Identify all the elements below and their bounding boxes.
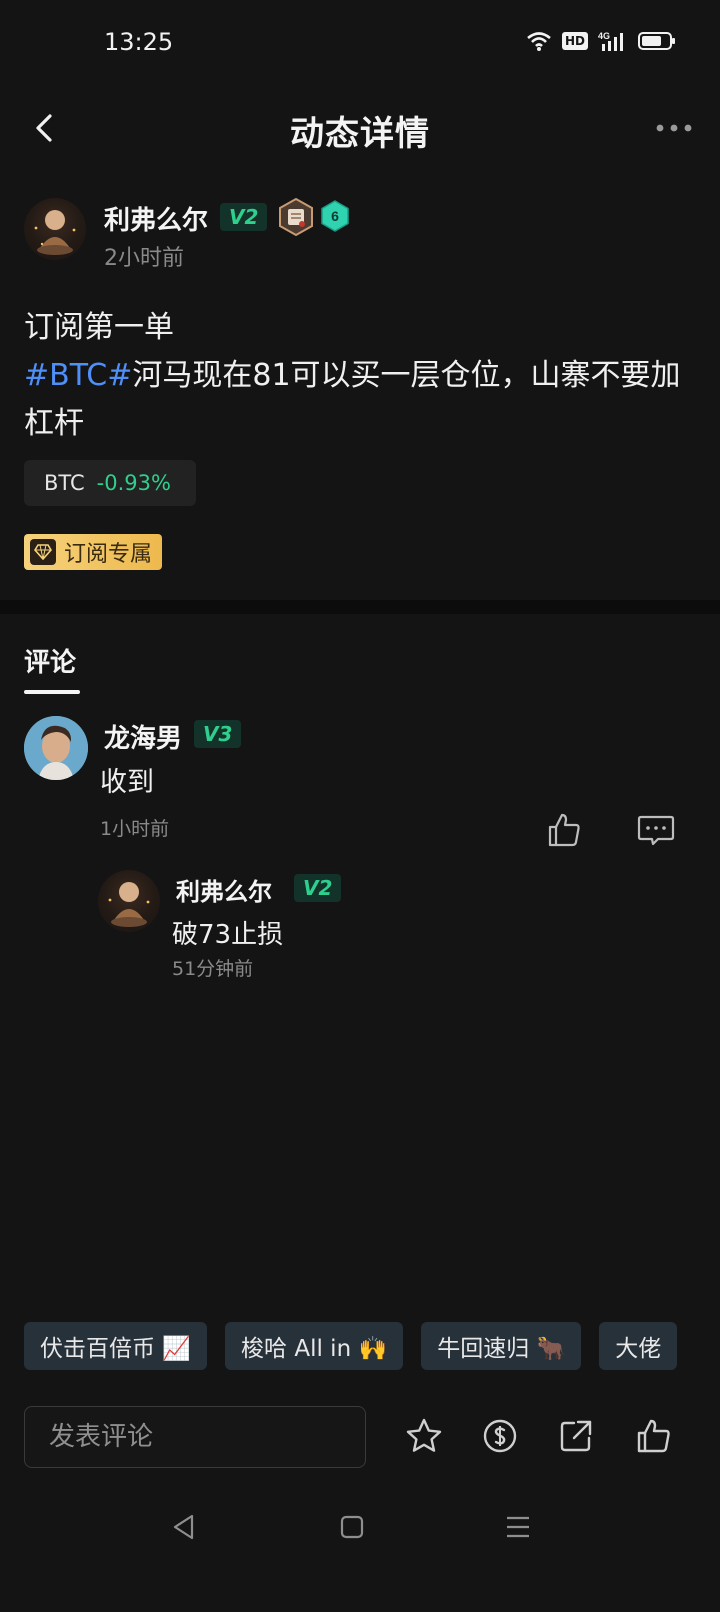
like-icon[interactable] — [634, 1416, 674, 1456]
battery-icon — [638, 32, 675, 50]
ticker-chip[interactable]: BTC -0.93% — [24, 460, 196, 506]
avatar[interactable] — [24, 198, 86, 260]
status-icons: HD 4G — [526, 30, 676, 52]
more-dots-icon[interactable] — [654, 116, 694, 140]
author-name[interactable]: 利弗么尔 — [104, 200, 208, 237]
reply-text: 破73止损 — [172, 920, 284, 950]
reaction-chip[interactable]: 伏击百倍币 📈 — [24, 1322, 207, 1370]
page-title: 动态详情 — [290, 114, 430, 154]
avatar[interactable] — [24, 716, 88, 780]
ticker-change: -0.93% — [96, 471, 171, 495]
post-line-2: #BTC#河马现在81可以买一层仓位，山寨不要加杠杆 — [24, 352, 704, 448]
hashtag-link[interactable]: #BTC# — [24, 358, 132, 393]
reaction-chip[interactable]: 牛回速归 🐂 — [421, 1322, 582, 1370]
coin-icon[interactable] — [480, 1416, 520, 1456]
monk-avatar-icon — [34, 210, 76, 255]
back-triangle-icon[interactable] — [170, 1512, 198, 1542]
commenter-name[interactable]: 龙海男 — [104, 718, 182, 755]
level-number: 6 — [331, 208, 339, 224]
subscription-tag-label: 订阅专属 — [64, 542, 153, 567]
replier-name[interactable]: 利弗么尔 — [176, 872, 272, 907]
signal-icon: 4G — [598, 31, 623, 51]
post-line-1: 订阅第一单 — [24, 310, 174, 345]
scroll-medal-icon — [279, 198, 313, 236]
post-content: 订阅第一单 #BTC#河马现在81可以买一层仓位，山寨不要加杠杆 — [24, 304, 704, 448]
user-avatar-icon — [24, 716, 88, 780]
thumbs-up-icon[interactable] — [544, 810, 584, 850]
comment-text: 收到 — [100, 767, 154, 798]
avatar[interactable] — [98, 870, 160, 932]
status-time: 13:25 — [104, 28, 174, 56]
post-time: 2小时前 — [104, 246, 184, 271]
status-bar: 13:25 HD 4G — [0, 0, 720, 90]
monk-avatar-icon — [108, 882, 150, 927]
section-divider — [0, 600, 720, 614]
reply-time: 51分钟前 — [172, 958, 254, 980]
star-icon[interactable] — [404, 1416, 444, 1456]
reply-item: 利弗么尔 V2 破73止损 51分钟前 — [98, 870, 698, 980]
hd-badge: HD — [561, 32, 588, 50]
tab-underline — [24, 690, 80, 694]
reply-comment-icon[interactable] — [636, 812, 676, 850]
wifi-icon — [527, 32, 551, 51]
bottom-action-bar — [0, 1400, 720, 1480]
home-square-icon[interactable] — [338, 1512, 366, 1542]
ticker-symbol: BTC — [44, 471, 85, 495]
svg-text:4G: 4G — [598, 31, 610, 41]
vip-badge: V2 — [220, 203, 268, 231]
subscription-tag: 订阅专属 — [24, 534, 163, 570]
tab-comments[interactable]: 评论 — [24, 642, 76, 679]
quick-reaction-chips: 伏击百倍币 📈 梭哈 All in 🙌 牛回速归 🐂 大佬 — [24, 1322, 720, 1372]
level-badge-icon: 6 — [321, 200, 349, 232]
vip-badge: V2 — [294, 874, 342, 902]
diamond-icon — [30, 539, 56, 565]
system-navigation — [0, 1500, 720, 1560]
comment-input[interactable] — [24, 1406, 366, 1468]
nav-bar: 动态详情 — [0, 90, 720, 166]
comment-time: 1小时前 — [100, 818, 170, 840]
vip-badge: V3 — [194, 720, 242, 748]
reaction-chip[interactable]: 大佬 — [599, 1322, 678, 1370]
post-author: 利弗么尔 V2 6 2小时前 — [24, 198, 704, 278]
menu-lines-icon[interactable] — [504, 1512, 532, 1542]
share-icon[interactable] — [556, 1416, 596, 1456]
comment-item: 龙海男 V3 收到 1小时前 — [24, 716, 704, 866]
reaction-chip[interactable]: 梭哈 All in 🙌 — [225, 1322, 404, 1370]
